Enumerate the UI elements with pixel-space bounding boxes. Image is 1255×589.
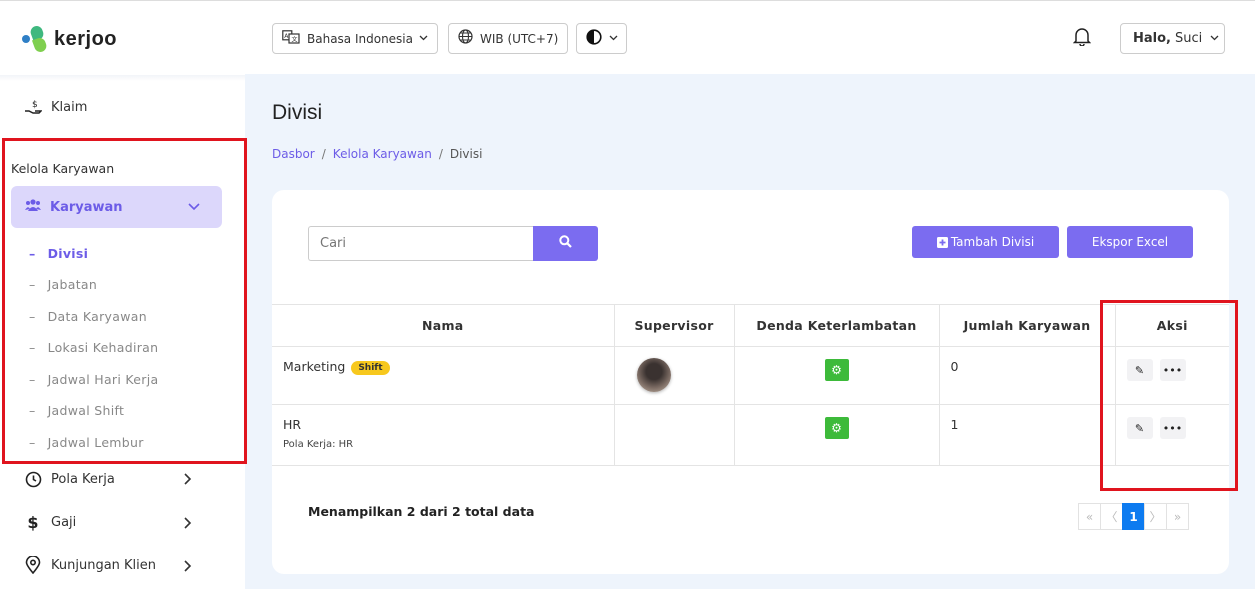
table-row: HR Pola Kerja: HR ⚙ 1 ✎ ••• xyxy=(272,404,1229,466)
cell-denda: ⚙ xyxy=(734,346,940,405)
plus-square-icon xyxy=(936,236,948,248)
breadcrumb: Dasbor / Kelola Karyawan / Divisi xyxy=(272,147,483,161)
table-row: Marketing Shift ⚙ 0 ✎ ••• xyxy=(272,346,1229,405)
search-button[interactable] xyxy=(533,226,598,261)
sidebar-item-label: Pola Kerja xyxy=(51,471,115,487)
sidebar-item-kunjungan-klien[interactable]: Kunjungan Klien xyxy=(24,556,192,574)
pola-kerja-subtext: Pola Kerja: HR xyxy=(283,439,354,450)
svg-text:文: 文 xyxy=(292,35,298,43)
page-title: Divisi xyxy=(272,101,323,124)
add-divisi-button[interactable]: Tambah Divisi xyxy=(912,226,1059,258)
shift-badge: Shift xyxy=(351,360,390,375)
svg-text:$: $ xyxy=(32,100,38,110)
search-input[interactable] xyxy=(308,226,533,261)
timezone-label: WIB (UTC+7) xyxy=(480,31,559,46)
table-header-row: Nama Supervisor Denda Keterlambatan Juml… xyxy=(272,304,1229,347)
column-header-jumlah[interactable]: Jumlah Karyawan xyxy=(939,304,1116,347)
supervisor-avatar[interactable] xyxy=(636,358,671,392)
clock-icon xyxy=(24,470,42,488)
pagination-first[interactable]: « xyxy=(1078,503,1101,530)
breadcrumb-dasbor[interactable]: Dasbor xyxy=(272,147,315,161)
cell-nama: Marketing Shift xyxy=(272,346,615,405)
user-menu-dropdown[interactable]: Halo, Suci xyxy=(1120,23,1225,54)
timezone-button[interactable]: WIB (UTC+7) xyxy=(448,23,569,54)
divisi-name: Marketing xyxy=(283,359,346,374)
denda-settings-button[interactable]: ⚙ xyxy=(824,417,849,439)
sidebar-item-gaji[interactable]: $ Gaji xyxy=(24,512,192,532)
denda-settings-button[interactable]: ⚙ xyxy=(824,359,849,381)
map-pin-icon xyxy=(24,556,42,574)
column-header-denda[interactable]: Denda Keterlambatan xyxy=(734,304,940,347)
gear-icon: ⚙ xyxy=(831,363,842,377)
cell-supervisor xyxy=(614,346,735,405)
pagination-last[interactable]: » xyxy=(1166,503,1189,530)
gear-icon: ⚙ xyxy=(831,421,842,435)
pagination-page-1[interactable]: 1 xyxy=(1122,503,1145,530)
cell-denda: ⚙ xyxy=(734,404,940,466)
divisi-name: HR xyxy=(283,417,302,432)
topbar: A文 Bahasa Indonesia WIB (UTC+7) Halo, Su… xyxy=(245,0,1255,74)
hand-coin-icon: $ xyxy=(24,98,42,116)
search-icon xyxy=(559,235,572,252)
chevron-right-icon xyxy=(184,560,192,576)
sidebar-item-label: Gaji xyxy=(51,514,77,530)
chevron-right-icon xyxy=(184,517,192,533)
cell-nama: HR Pola Kerja: HR xyxy=(272,404,615,466)
sidebar-item-label: Kunjungan Klien xyxy=(51,557,157,573)
breadcrumb-current: Divisi xyxy=(449,147,483,161)
chevron-down-icon xyxy=(609,34,618,44)
divisi-card: Tambah Divisi Ekspor Excel Nama Supervis… xyxy=(272,190,1229,574)
language-dropdown[interactable]: A文 Bahasa Indonesia xyxy=(272,23,438,54)
cell-jumlah: 1 xyxy=(939,404,1116,466)
cell-supervisor xyxy=(614,404,735,466)
translate-icon: A文 xyxy=(282,29,300,48)
logo-text: kerjoo xyxy=(54,27,118,50)
kerjoo-logo[interactable]: kerjoo xyxy=(22,24,118,54)
add-divisi-label: Tambah Divisi xyxy=(950,235,1035,249)
user-name: Suci xyxy=(1174,31,1203,46)
chevron-down-icon xyxy=(419,34,428,44)
language-label: Bahasa Indonesia xyxy=(307,31,413,46)
logo-mark-icon xyxy=(22,24,50,54)
highlight-box-sidebar xyxy=(2,138,247,464)
pagination-summary: Menampilkan 2 dari 2 total data xyxy=(308,504,535,519)
notification-bell-icon[interactable] xyxy=(1072,27,1092,51)
highlight-box-aksi xyxy=(1100,300,1238,491)
divisi-table: Nama Supervisor Denda Keterlambatan Juml… xyxy=(272,304,1229,466)
pagination-prev[interactable]: 〈 xyxy=(1100,503,1123,530)
column-header-supervisor[interactable]: Supervisor xyxy=(614,304,735,347)
sidebar-item-pola-kerja[interactable]: Pola Kerja xyxy=(24,470,192,488)
chevron-right-icon xyxy=(184,473,192,489)
chevron-down-icon xyxy=(1210,34,1219,44)
pagination: « 〈 1 〉 » xyxy=(1078,503,1189,530)
cell-jumlah: 0 xyxy=(939,346,1116,405)
globe-icon xyxy=(458,29,473,48)
greeting-label: Halo, xyxy=(1133,31,1171,46)
theme-toggle-dropdown[interactable] xyxy=(576,23,627,54)
sidebar-item-klaim[interactable]: $ Klaim xyxy=(24,98,87,116)
dollar-icon: $ xyxy=(27,512,39,532)
contrast-icon xyxy=(586,28,602,49)
column-header-nama[interactable]: Nama xyxy=(272,304,615,347)
export-excel-button[interactable]: Ekspor Excel xyxy=(1067,226,1193,258)
pagination-next[interactable]: 〉 xyxy=(1144,503,1167,530)
breadcrumb-kelola-karyawan[interactable]: Kelola Karyawan xyxy=(333,147,432,161)
sidebar-item-label: Klaim xyxy=(51,99,88,115)
export-excel-label: Ekspor Excel xyxy=(1091,235,1169,249)
